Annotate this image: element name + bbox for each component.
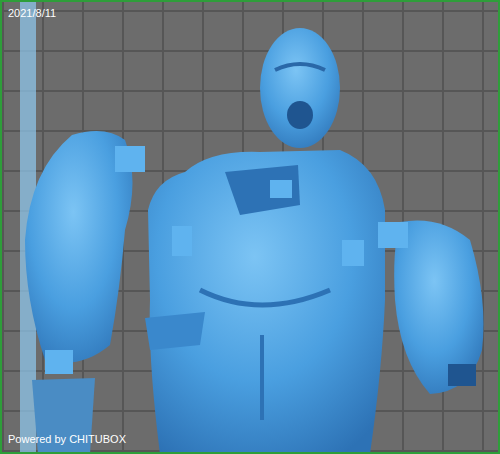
slicer-viewport[interactable]: 2021/8/11 Powered by CHITUBOX xyxy=(0,0,500,454)
torso-model[interactable] xyxy=(145,150,385,454)
head-model[interactable] xyxy=(260,28,340,148)
model-scene[interactable] xyxy=(0,0,500,454)
date-label: 2021/8/11 xyxy=(8,7,56,20)
left-arm-model[interactable] xyxy=(25,131,145,454)
watermark-label: Powered by CHITUBOX xyxy=(8,433,126,446)
right-arm-model[interactable] xyxy=(378,220,484,394)
